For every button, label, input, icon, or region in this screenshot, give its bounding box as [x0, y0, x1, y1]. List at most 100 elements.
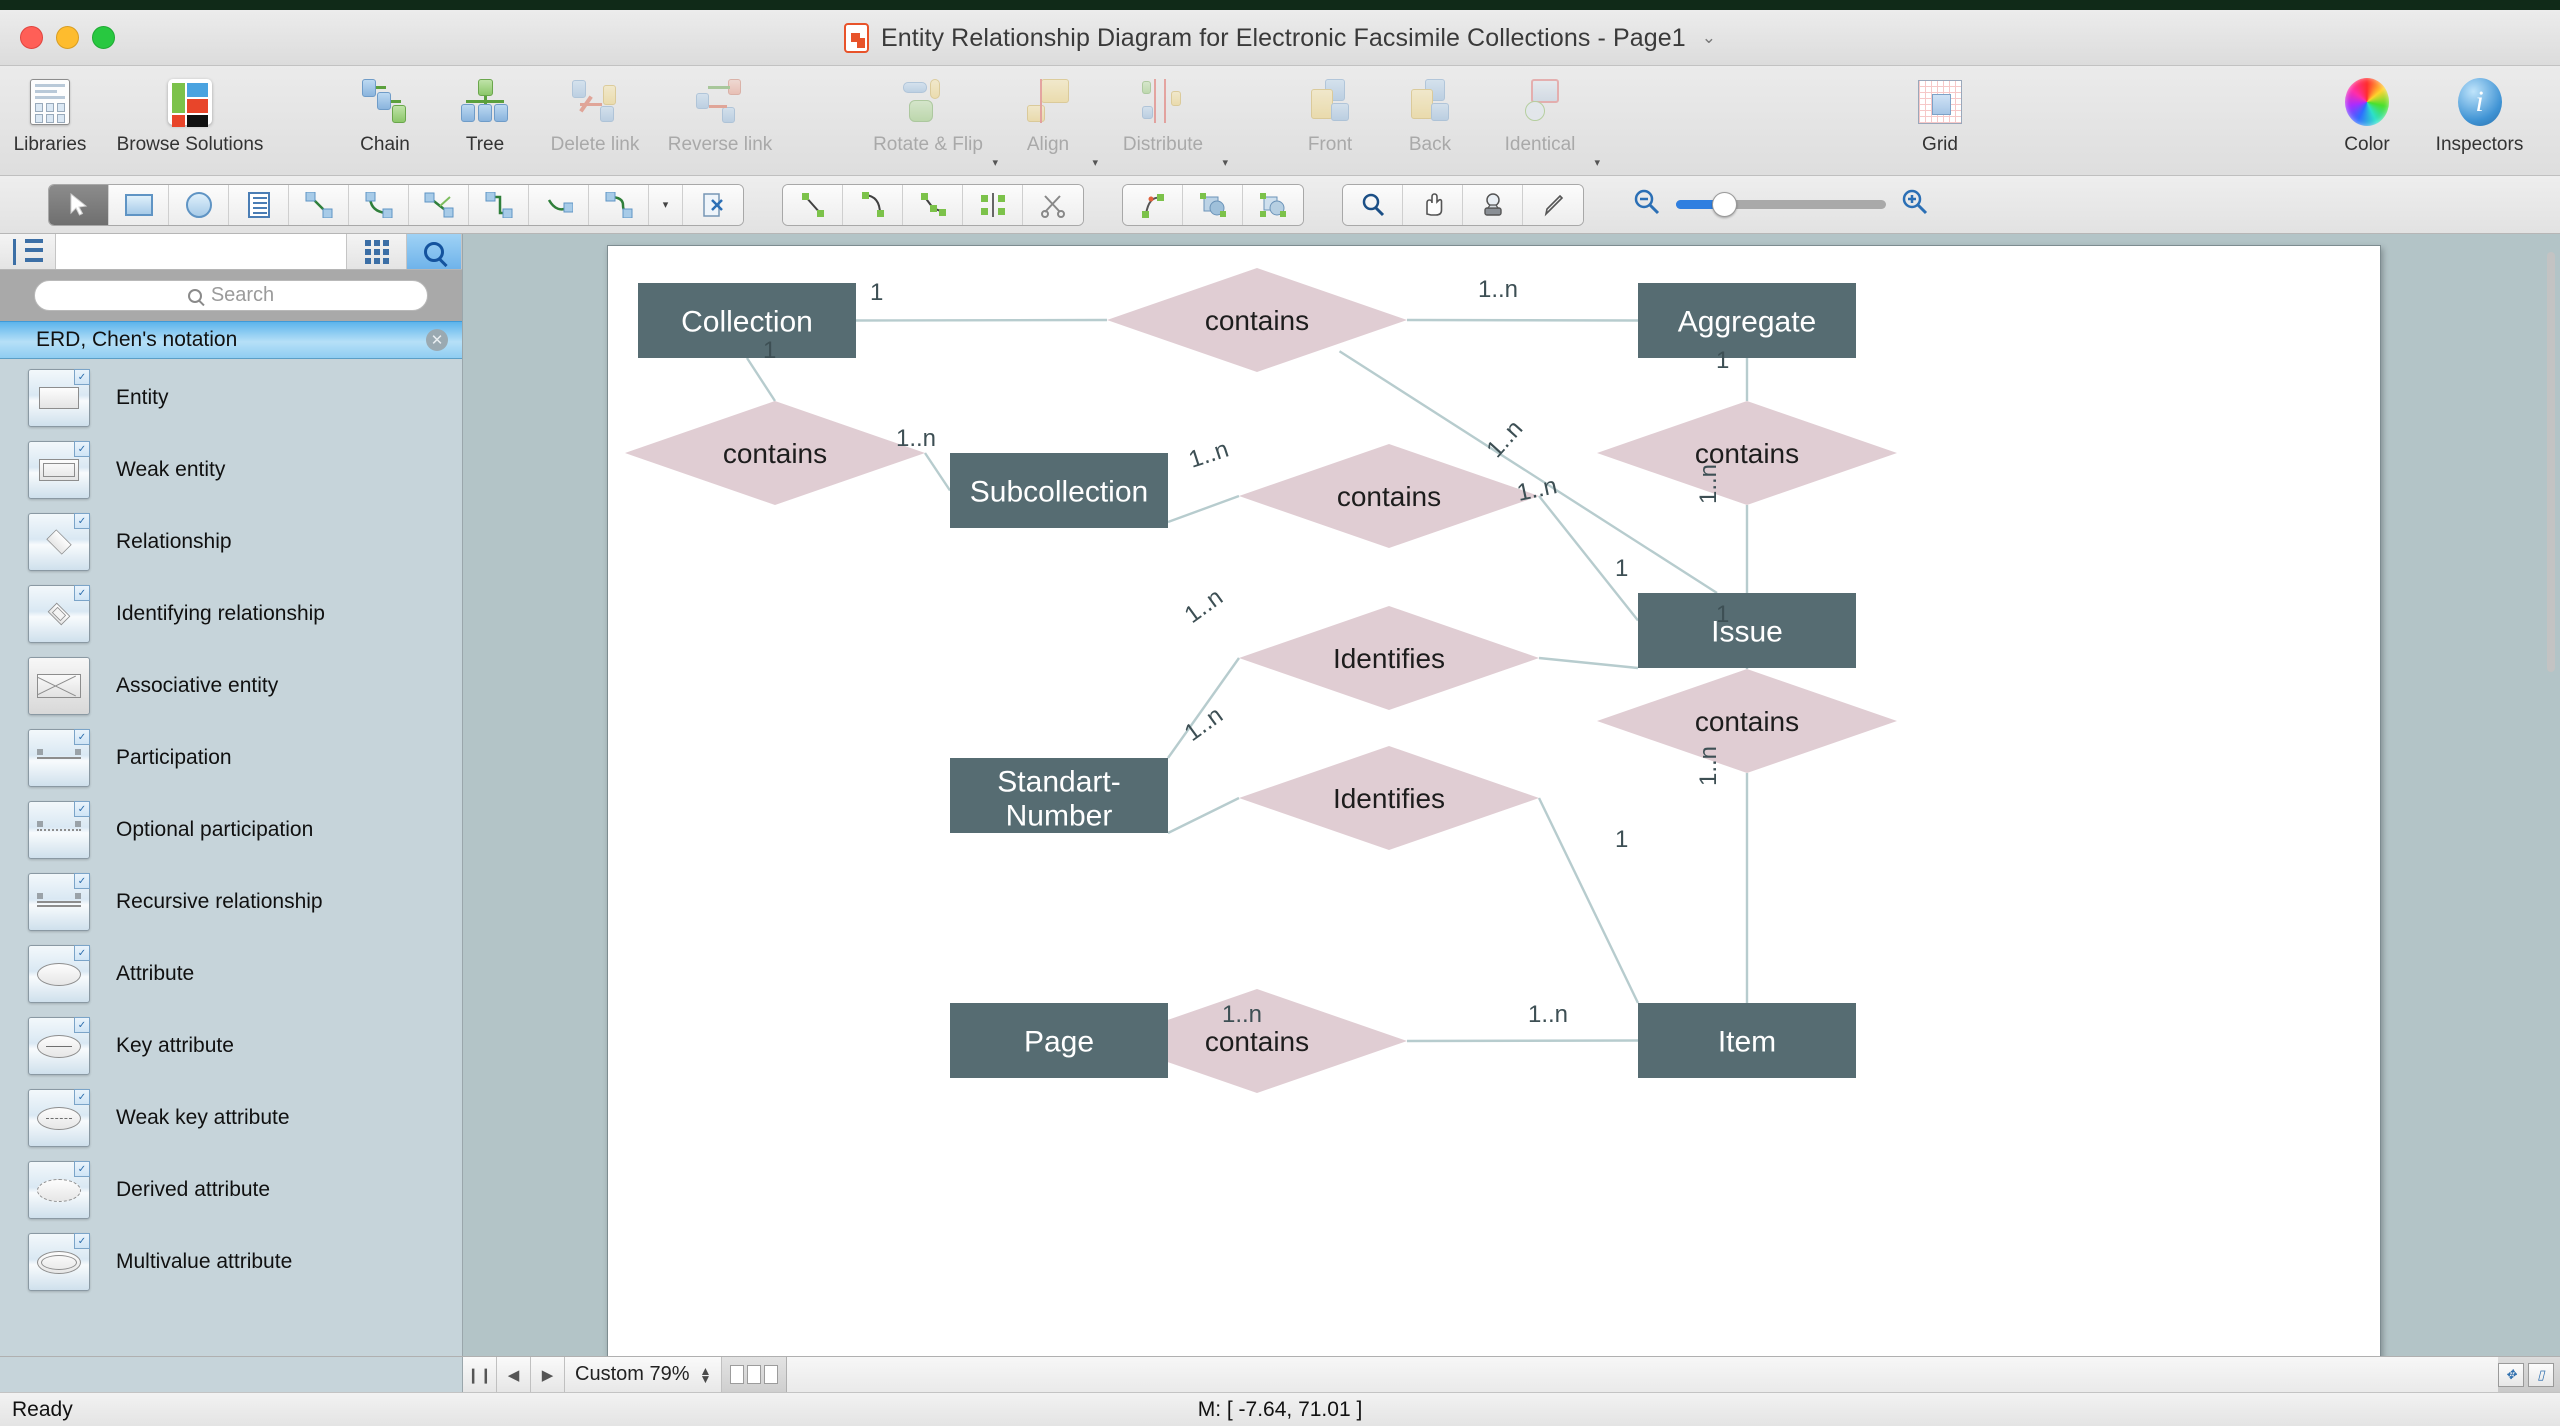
diagram-page[interactable]: contains contains contains contains Identifi…	[607, 245, 2381, 1356]
zoom-slider[interactable]	[1676, 192, 1886, 217]
canvas-area[interactable]: contains contains contains contains Identifi…	[463, 234, 2560, 1356]
zoom-slider-group[interactable]	[1632, 187, 1930, 222]
view-tools-segment[interactable]	[1342, 183, 1584, 226]
view-mode-buttons[interactable]: ✥ ▯	[2498, 1357, 2560, 1392]
toolbar-button-delete-link[interactable]: Delete link	[535, 70, 655, 156]
grid-view-tab[interactable]	[347, 234, 407, 269]
toolbar-button-distribute[interactable]: Distribute ▾	[1098, 70, 1228, 169]
toolbar-label: Identical	[1504, 134, 1576, 155]
toolbar-button-front[interactable]: Front	[1280, 70, 1380, 156]
toolbar-button-identical[interactable]: Identical ▾	[1480, 70, 1600, 169]
cut-shape-tool[interactable]	[683, 184, 743, 225]
curve-connector-tool[interactable]	[529, 184, 589, 225]
list-item-label: Multivalue attribute	[116, 1250, 293, 1273]
arc-tool[interactable]	[843, 184, 903, 225]
page-navigation[interactable]: ❙❙ ◀ ▶	[463, 1357, 565, 1392]
list-item[interactable]: ✓ Recursive relationship	[0, 866, 462, 938]
rounded-connector-tool[interactable]	[589, 184, 649, 225]
cardinality-label: 1..n	[1478, 276, 1518, 303]
next-page-button[interactable]: ▶	[531, 1357, 565, 1392]
toolbar-button-rotate-flip[interactable]: Rotate & Flip ▾	[858, 70, 998, 169]
close-icon[interactable]: ✕	[426, 329, 448, 351]
toolbar-button-chain[interactable]: Chain	[335, 70, 435, 156]
vertical-scrollbar[interactable]	[2545, 242, 2557, 1356]
zoom-slider-handle[interactable]	[1712, 192, 1737, 217]
toolbar-button-browse-solutions[interactable]: Browse Solutions	[100, 70, 280, 156]
list-item[interactable]: ✓ Weak key attribute	[0, 1082, 462, 1154]
list-item[interactable]: ✓ Attribute	[0, 938, 462, 1010]
right-angle-connector-tool[interactable]	[469, 184, 529, 225]
list-item[interactable]: ✓ Key attribute	[0, 1010, 462, 1082]
entity-label: Subcollection	[970, 476, 1148, 509]
zoom-stepper[interactable]: ▲ ▼	[700, 1365, 712, 1385]
fit-page-icon[interactable]: ✥	[2498, 1362, 2524, 1387]
zoom-level-value: Custom 79%	[575, 1363, 690, 1385]
toolbar-button-inspectors[interactable]: i Inspectors	[2417, 70, 2542, 156]
zoom-level-control[interactable]: Custom 79% ▲ ▼	[565, 1357, 723, 1392]
straight-connector-tool[interactable]	[289, 184, 349, 225]
edit-tools-segment[interactable]	[782, 183, 1084, 226]
search-view-tab[interactable]	[407, 234, 462, 269]
toolbar-button-align[interactable]: Align ▾	[998, 70, 1098, 169]
list-item-label: Optional participation	[116, 818, 314, 841]
diagram-entities: Collection AggregateSubcollectionIssueSta…	[638, 283, 1856, 1078]
ellipse-tool[interactable]	[169, 184, 229, 225]
stamp-tool[interactable]	[1463, 184, 1523, 225]
list-item[interactable]: Associative entity	[0, 650, 462, 722]
list-item-label: Derived attribute	[116, 1178, 271, 1201]
list-item[interactable]: ✓ Identifying relationship	[0, 578, 462, 650]
single-page-icon[interactable]: ▯	[2528, 1362, 2554, 1387]
tree-view-tab[interactable]	[0, 234, 56, 269]
page-tabs[interactable]	[722, 1357, 788, 1392]
toolbar-button-color[interactable]: Color	[2317, 70, 2417, 156]
shape-tools-segment[interactable]	[1122, 183, 1304, 226]
toolbar-button-grid[interactable]: Grid	[1890, 70, 1990, 156]
union-shapes-tool[interactable]	[1183, 184, 1243, 225]
list-item[interactable]: ✓ Derived attribute	[0, 1154, 462, 1226]
toolbar-button-libraries[interactable]: Libraries	[0, 70, 100, 156]
library-header[interactable]: ERD, Chen's notation ✕	[0, 321, 462, 359]
select-arrow-tool[interactable]	[49, 184, 109, 225]
eyedropper-tool[interactable]	[1523, 184, 1583, 225]
rectangle-tool[interactable]	[109, 184, 169, 225]
zoom-in-icon[interactable]	[1900, 187, 1930, 222]
chevron-down-icon[interactable]: ⌄	[1702, 28, 1716, 48]
curved-connector-tool[interactable]	[349, 184, 409, 225]
search-input[interactable]: Search	[34, 280, 428, 311]
toolbar-button-tree[interactable]: Tree	[435, 70, 535, 156]
fragment-shapes-tool[interactable]	[1243, 184, 1303, 225]
sidebar-search-row: Search	[0, 270, 462, 321]
text-tool[interactable]	[229, 184, 289, 225]
pause-icon[interactable]: ❙❙	[463, 1357, 497, 1392]
node-edit-tool[interactable]	[1123, 184, 1183, 225]
list-item-label: Participation	[116, 746, 232, 769]
zoom-tool[interactable]	[1343, 184, 1403, 225]
list-item-label: Weak entity	[116, 458, 226, 481]
entity-label: Page	[1024, 1026, 1094, 1059]
smart-connector-tool[interactable]	[409, 184, 469, 225]
line-tool[interactable]	[783, 184, 843, 225]
list-item[interactable]: ✓ Weak entity	[0, 434, 462, 506]
toolbar-button-reverse-link[interactable]: Reverse link	[655, 70, 785, 156]
drawing-tools-segment[interactable]: ▾	[48, 183, 744, 226]
mirror-tool[interactable]	[963, 184, 1023, 225]
polyline-tool[interactable]	[903, 184, 963, 225]
list-item-label: Recursive relationship	[116, 890, 323, 913]
list-item[interactable]: ✓ Participation	[0, 722, 462, 794]
zoom-out-icon[interactable]	[1632, 187, 1662, 222]
scissors-tool[interactable]	[1023, 184, 1083, 225]
scrollbar-thumb[interactable]	[2547, 252, 2555, 672]
list-item[interactable]: ✓ Multivalue attribute	[0, 1226, 462, 1298]
list-item[interactable]: ✓ Optional participation	[0, 794, 462, 866]
toolbar-label: Browse Solutions	[116, 134, 264, 155]
chevron-down-icon[interactable]: ▾	[1222, 156, 1228, 169]
list-item[interactable]: ✓ Relationship	[0, 506, 462, 578]
previous-page-button[interactable]: ◀	[497, 1357, 531, 1392]
chevron-down-icon[interactable]: ▾	[1594, 156, 1600, 169]
list-item[interactable]: ✓ Entity	[0, 362, 462, 434]
hand-pan-tool[interactable]	[1403, 184, 1463, 225]
grid-icon	[1918, 76, 1962, 128]
toolbar-button-back[interactable]: Back	[1380, 70, 1480, 156]
connector-options-caret[interactable]: ▾	[649, 184, 683, 225]
color-wheel-icon	[2345, 76, 2389, 128]
